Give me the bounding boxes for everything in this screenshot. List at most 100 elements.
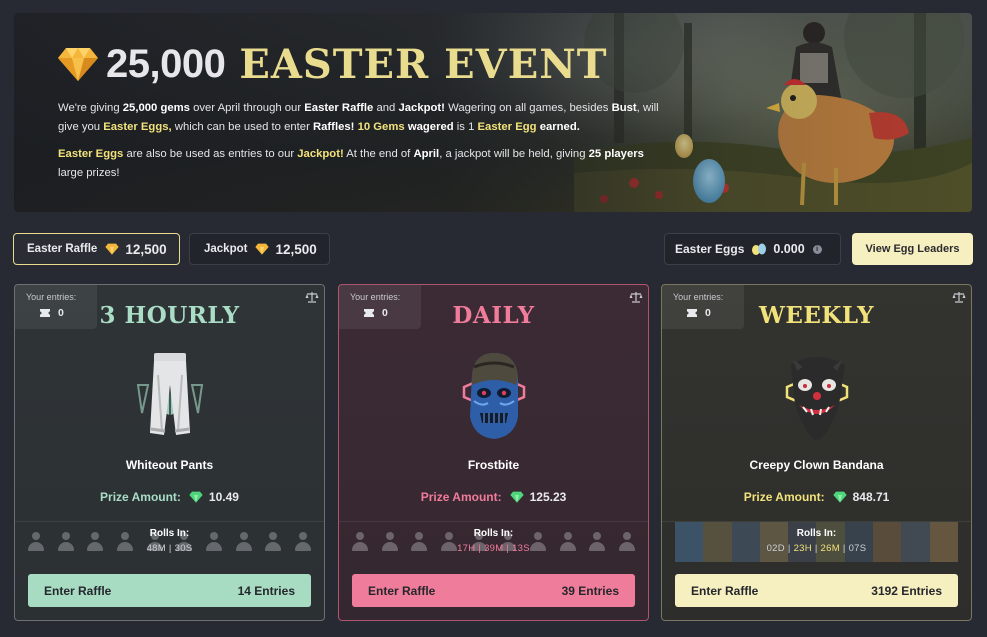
text: large prizes! [58,167,120,179]
frostbite-mask-image [462,353,526,439]
event-amount: 25,000 [106,41,226,86]
your-entries-label: Your entries: [673,292,724,302]
whiteout-pants-image [136,353,204,435]
green-gem-icon [832,491,847,503]
entries-total: 3192 Entries [871,583,942,598]
raffle-pool-value: 12,500 [125,241,167,257]
diamond-gem-icon [255,243,270,255]
prize-label: Prize Amount: [100,490,181,504]
rolls-label: Rolls In: [149,528,190,539]
rolls-countdown: Rolls In: 02D | 23H | 26M | 07S [662,528,971,554]
highlight: April [413,148,440,160]
enter-raffle-button[interactable]: Enter Raffle 39 Entries [352,574,635,607]
tab-jackpot[interactable]: Jackpot 12,500 [189,233,330,265]
rolls-time: 48M | 30S [146,543,193,554]
tab-label: Jackpot [204,243,248,255]
highlight: wagered [407,121,454,133]
rolls-time: 17H | 39M | 13S [457,543,530,554]
separator: | [839,543,849,554]
minutes: 26M [820,543,840,554]
diamond-gem-icon [58,48,98,81]
enter-raffle-button[interactable]: Enter Raffle 14 Entries [28,574,311,607]
item-name: Whiteout Pants [125,458,214,472]
prize-amount: Prize Amount: 848.71 [662,490,971,504]
banner-content: 25,000 EASTER EVENT We're giving 25,000 … [58,39,668,183]
tab-label: Easter Raffle [27,243,98,255]
seconds: 07S [848,543,867,554]
highlight-gold: Jackpot! [297,148,344,160]
tab-easter-raffle[interactable]: Easter Raffle 12,500 [13,233,180,265]
your-entries-label: Your entries: [26,292,77,302]
days: 02D [766,543,785,554]
event-title: EASTER EVENT [239,40,608,88]
highlight: earned. [539,121,580,133]
prize-amount: Prize Amount: 125.23 [339,490,648,504]
hours: 23H [793,543,812,554]
info-icon[interactable]: i [812,244,822,254]
prize-amount: Prize Amount: 10.49 [15,490,324,504]
diamond-gem-icon [105,243,119,255]
creepy-clown-bandana-image [785,357,849,441]
text: At the end of [343,148,414,160]
green-gem-icon [189,491,203,503]
raffle-card-daily: Your entries: 0 DAILY Frostbite Prize Am… [338,284,649,621]
rolls-in: Rolls In: 48M | 30S [15,521,324,561]
rolls-countdown: Rolls In: 48M | 30S [15,528,324,554]
easter-eggs-balance: Easter Eggs 0.000 i [664,233,841,265]
highlight: Bust [611,102,637,114]
text: which can be used to enter [171,121,313,133]
event-banner: 25,000 EASTER EVENT We're giving 25,000 … [14,13,972,212]
jackpot-pool-value: 12,500 [275,241,317,257]
banner-jackpot-description: Easter Eggs are also be used as entries … [58,145,668,183]
prize-label: Prize Amount: [420,490,502,504]
card-title: WEEKLY [758,302,874,329]
text: We're giving [58,102,123,114]
text: over April through our [189,102,305,114]
highlight-gold: Easter Eggs, [103,121,172,133]
green-gem-icon [509,491,524,503]
rolls-countdown: Rolls In: 17H | 39M | 13S [339,528,648,554]
rolls-time: 02D | 23H | 26M | 07S [662,543,971,554]
banner-title: 25,000 EASTER EVENT [58,39,668,89]
text: , a jackpot will be held, giving [439,148,589,160]
text: is 1 [453,121,478,133]
highlight: 25 players [588,148,644,160]
raffle-card-weekly: Your entries: 0 WEEKLY Creepy Clown Band… [661,284,972,621]
eggs-label: Easter Eggs [675,242,745,256]
entries-total: 14 Entries [237,583,295,598]
enter-raffle-button[interactable]: Enter Raffle 3192 Entries [675,574,958,607]
card-title: DAILY [452,302,535,329]
rolls-label: Rolls In: [473,528,514,539]
prize-label: Prize Amount: [743,490,825,504]
highlight: Jackpot! [398,102,445,114]
text: are also be used as entries to our [123,148,298,160]
entries-total: 39 Entries [561,583,619,598]
highlight: Easter Raffle [304,102,374,114]
your-entries-label: Your entries: [350,292,401,302]
text: Wagering on all games, besides [444,102,612,114]
rolls-in: Rolls In: 02D | 23H | 26M | 07S [662,521,971,562]
text: and [373,102,399,114]
enter-raffle-label: Enter Raffle [44,583,112,598]
view-egg-leaders-button[interactable]: View Egg Leaders [852,233,973,265]
rolls-in: Rolls In: 17H | 39M | 13S [339,521,648,561]
highlight-gold: 10 Gems [357,121,405,133]
item-name: Frostbite [467,458,520,472]
enter-raffle-label: Enter Raffle [691,583,759,598]
highlight: Raffles! [312,121,355,133]
highlight-gold: Easter Eggs [58,148,124,160]
highlight-gold: Easter Egg [477,121,537,133]
separator: | [784,543,794,554]
eggs-icon [752,243,767,255]
eggs-value: 0.000 [773,242,805,256]
prize-value: 848.71 [852,490,890,504]
separator: | [811,543,821,554]
banner-description: We're giving 25,000 gems over April thro… [58,99,668,137]
item-name: Creepy Clown Bandana [749,458,884,472]
rolls-label: Rolls In: [796,528,837,539]
card-title: 3 HOURLY [99,302,240,329]
raffle-card-hourly: Your entries: 0 3 HOURLY Whiteout Pants … [14,284,325,621]
enter-raffle-label: Enter Raffle [368,583,436,598]
prize-value: 125.23 [529,490,567,504]
highlight: 25,000 gems [122,102,190,114]
